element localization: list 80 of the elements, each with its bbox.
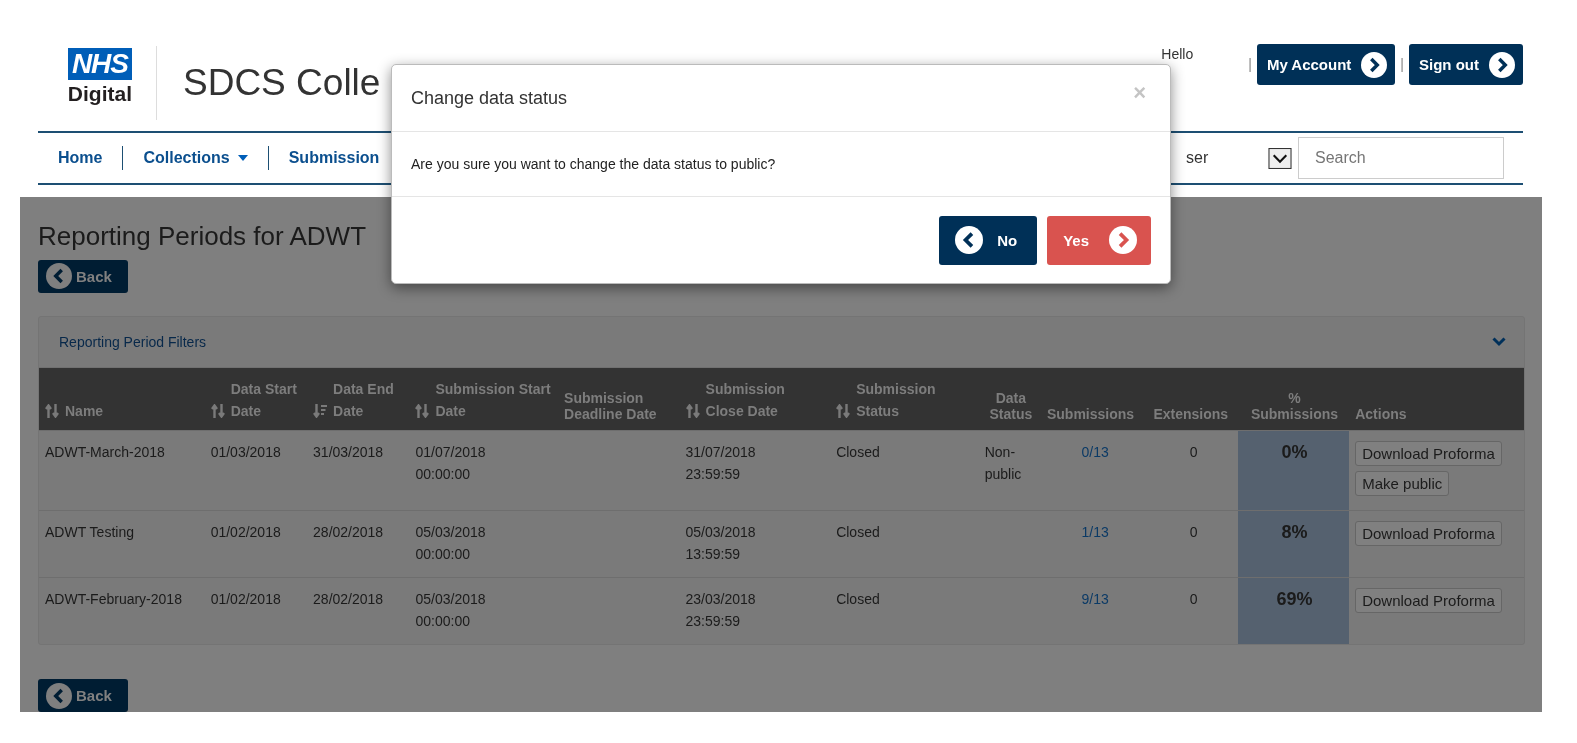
caret-icon	[237, 155, 248, 161]
submissions-link[interactable]: 1/13	[1081, 523, 1109, 540]
percent-cell: 8%	[1281, 521, 1308, 542]
search-field[interactable]: Search	[1298, 137, 1504, 179]
my-account-button[interactable]: My Account	[1256, 44, 1396, 85]
table-cell: ADWT-February-2018	[45, 590, 182, 607]
column-header: Data Status	[972, 367, 1041, 431]
nav-link[interactable]: Home	[38, 149, 123, 167]
table-cell: Closed	[836, 590, 880, 607]
table-cell: Non- public	[984, 443, 1022, 482]
dialog-message: Are you sure you want to change the data status to public?	[411, 156, 776, 172]
column-header[interactable]: Submission Status	[830, 367, 973, 431]
submissions-link[interactable]: 9/13	[1081, 590, 1109, 607]
filters-panel-header[interactable]: Reporting Period Filters	[39, 316, 1524, 368]
table-cell: 31/03/2018	[313, 443, 384, 460]
dropdown-icon[interactable]	[1268, 147, 1292, 169]
role-select[interactable]: ser	[1186, 135, 1292, 181]
table-cell: ADWT-March-2018	[45, 443, 165, 460]
table-cell: 01/02/2018	[210, 590, 281, 607]
table-cell: 05/03/2018 13:59:59	[685, 523, 756, 562]
table-cell: 23/03/2018 23:59:59	[685, 590, 756, 629]
chevron-right-icon	[1489, 51, 1515, 78]
page-heading: Reporting Periods for ADWT	[38, 221, 366, 252]
chevron-right-icon	[1109, 226, 1137, 254]
sort-icon[interactable]	[836, 403, 851, 418]
sort-icon[interactable]	[685, 403, 700, 418]
sign-out-button[interactable]: Sign out	[1409, 44, 1523, 85]
sort-icon[interactable]	[415, 403, 430, 418]
column-header: Submissions	[1040, 367, 1148, 431]
no-button[interactable]: No	[939, 215, 1038, 265]
action-button[interactable]: Download Proforma	[1355, 587, 1502, 613]
table-cell: 0	[1189, 443, 1198, 460]
table-cell: 05/03/2018 00:00:00	[415, 590, 486, 629]
app-title: SDCS Colle	[183, 62, 381, 104]
greeting-text: Hello	[1161, 46, 1194, 62]
separator-text: |	[1400, 56, 1404, 72]
table-cell: 01/02/2018	[210, 523, 281, 540]
logo-text: Digital	[67, 81, 132, 107]
chevron-left-icon	[46, 263, 72, 290]
nav-link[interactable]: Collections	[123, 149, 268, 167]
dialog-title: Change data status	[411, 87, 568, 109]
table-cell: 01/07/2018 00:00:00	[415, 443, 486, 482]
column-header: Submission Deadline Date	[558, 367, 680, 431]
column-header[interactable]: Submission Start Date	[409, 367, 559, 431]
table-cell: 0	[1189, 523, 1198, 540]
column-header: % Submissions	[1237, 367, 1350, 431]
column-header[interactable]: Data Start Date	[204, 367, 308, 431]
table-cell: 05/03/2018 00:00:00	[415, 523, 486, 562]
action-button[interactable]: Download Proforma	[1355, 440, 1502, 466]
percent-cell: 0%	[1281, 441, 1308, 462]
action-button[interactable]: Make public	[1355, 470, 1450, 496]
chevron-left-icon	[955, 226, 984, 254]
table-cell: 01/03/2018	[210, 443, 281, 460]
table-cell: 0	[1189, 590, 1198, 607]
filters-title: Reporting Period Filters	[59, 333, 207, 350]
chevron-icon[interactable]	[1492, 336, 1506, 347]
table-cell: 31/07/2018 23:59:59	[685, 443, 756, 482]
percent-cell: 69%	[1276, 588, 1313, 609]
table-cell: Closed	[836, 523, 880, 540]
table-cell: 28/02/2018	[313, 523, 384, 540]
chevron-left-icon	[46, 682, 72, 709]
yes-button[interactable]: Yes	[1047, 215, 1151, 265]
sort-icon[interactable]	[45, 403, 59, 418]
table-cell: ADWT Testing	[45, 523, 134, 540]
table-cell: 28/02/2018	[313, 590, 384, 607]
column-header[interactable]: Name	[39, 367, 205, 431]
sort-descending-icon[interactable]	[313, 403, 328, 418]
sort-icon[interactable]	[210, 403, 225, 418]
submissions-link[interactable]: 0/13	[1081, 443, 1109, 460]
table-cell: Closed	[836, 443, 880, 460]
separator-text: |	[1248, 56, 1252, 72]
column-header[interactable]: Data End Date	[307, 367, 410, 431]
back-button[interactable]: Back	[38, 679, 128, 712]
column-header: Extensions	[1147, 367, 1238, 431]
column-header[interactable]: Submission Close Date	[679, 367, 831, 431]
back-button[interactable]: Back	[38, 260, 128, 293]
action-button[interactable]: Download Proforma	[1355, 520, 1502, 546]
logo-mark: NHS	[67, 48, 132, 80]
chevron-right-icon	[1361, 51, 1388, 78]
column-header: Actions	[1349, 367, 1524, 431]
